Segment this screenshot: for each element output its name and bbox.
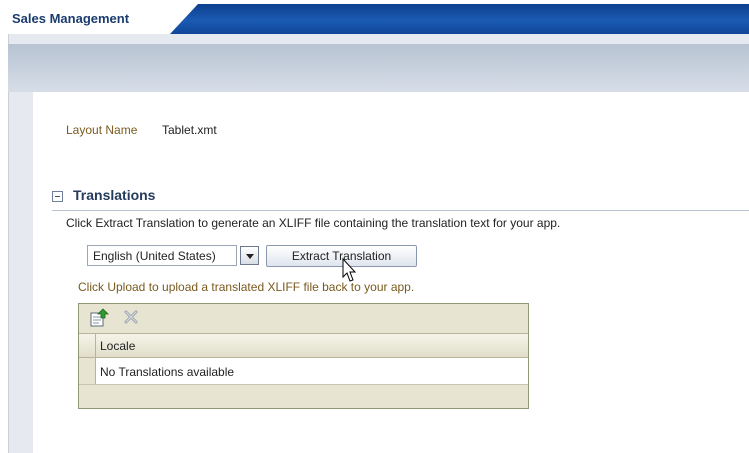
table-toolbar <box>79 304 528 332</box>
header-strip: Sales Management <box>0 0 749 34</box>
layout-name-value: Tablet.xmt <box>162 123 217 137</box>
table-cell: No Translations available <box>100 365 235 379</box>
upload-icon[interactable] <box>89 308 109 327</box>
translations-table: Locale No Translations available <box>79 333 528 385</box>
extract-instruction: Click Extract Translation to generate an… <box>66 216 561 230</box>
delete-icon[interactable] <box>123 309 139 325</box>
table-row[interactable]: No Translations available <box>79 358 528 385</box>
translations-table-panel: Locale No Translations available <box>78 303 529 409</box>
title-band <box>8 44 749 92</box>
section-title-translations: Translations <box>73 187 156 203</box>
row-header-gutter <box>79 334 96 358</box>
column-header-locale[interactable]: Locale <box>100 339 135 353</box>
locale-select-value[interactable]: English (United States) <box>87 245 237 266</box>
upload-instruction: Click Upload to upload a translated XLIF… <box>78 280 415 294</box>
app-tab[interactable]: Sales Management <box>0 4 198 34</box>
app-window: Sales Management Layout Name Tablet.xmt … <box>0 0 749 453</box>
chevron-down-icon[interactable] <box>240 246 259 265</box>
row-gutter <box>79 358 96 384</box>
layout-name-label: Layout Name <box>66 123 138 137</box>
app-title: Sales Management <box>12 11 130 26</box>
section-divider <box>52 210 749 211</box>
collapse-icon[interactable] <box>52 191 63 202</box>
header-bar <box>130 4 749 34</box>
table-header-row: Locale <box>79 333 528 358</box>
locale-select[interactable]: English (United States) <box>87 245 260 266</box>
